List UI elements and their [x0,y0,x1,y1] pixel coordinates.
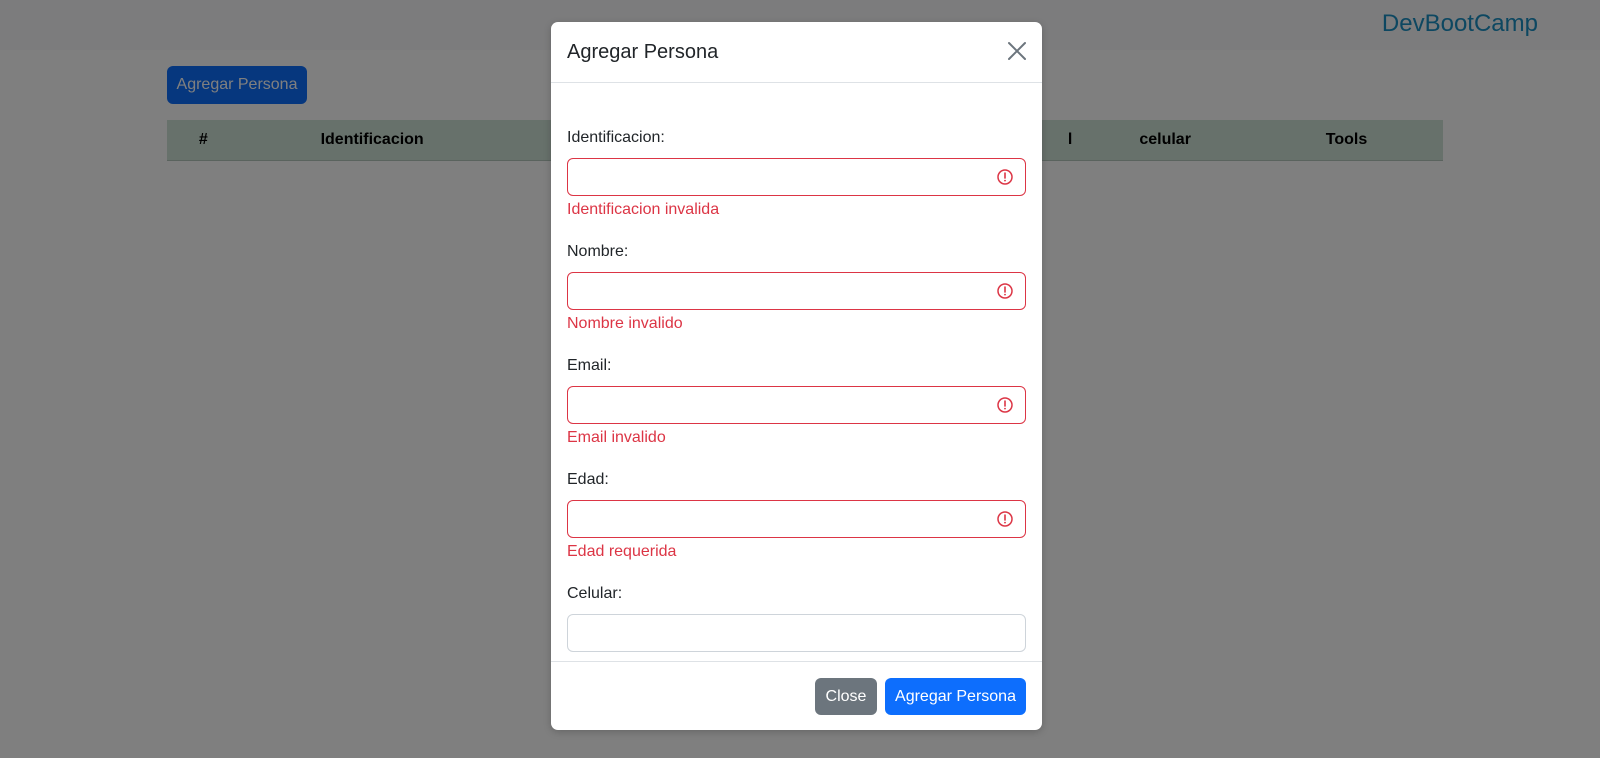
identificacion-input-wrap [567,158,1026,196]
alert-circle-icon [997,511,1013,527]
close-button[interactable]: Close [815,678,877,715]
email-input[interactable] [567,386,1026,424]
add-person-modal: Agregar Persona Identificacion: Identifi… [551,22,1042,730]
identificacion-error: Identificacion invalida [567,201,720,218]
field-nombre: Nombre: Nombre invalido [567,243,1026,332]
email-error: Email invalido [567,429,666,446]
edad-label: Edad: [567,471,609,488]
modal-header: Agregar Persona [551,22,1042,83]
field-celular: Celular: [567,585,1026,652]
alert-circle-icon [997,397,1013,413]
edad-input-wrap [567,500,1026,538]
celular-input[interactable] [567,614,1026,652]
edad-input[interactable] [567,500,1026,538]
celular-label: Celular: [567,585,623,602]
modal-title: Agregar Persona [567,41,719,63]
identificacion-input[interactable] [567,158,1026,196]
nombre-label: Nombre: [567,243,629,260]
submit-add-person-button[interactable]: Agregar Persona [885,678,1026,715]
identificacion-label: Identificacion: [567,129,665,146]
alert-circle-icon [997,283,1013,299]
field-identificacion: Identificacion: Identificacion invalida [567,129,1026,218]
modal-close-button[interactable] [1004,38,1030,64]
nombre-input-wrap [567,272,1026,310]
celular-input-wrap [567,614,1026,652]
alert-circle-icon [997,169,1013,185]
field-email: Email: Email invalido [567,357,1026,446]
page: DevBootCamp Agregar Persona # Identifica… [0,0,1600,758]
edad-error: Edad requerida [567,543,677,560]
modal-footer: Close Agregar Persona [551,661,1042,731]
email-input-wrap [567,386,1026,424]
nombre-error: Nombre invalido [567,315,683,332]
close-icon [1008,42,1026,60]
email-label: Email: [567,357,612,374]
field-edad: Edad: Edad requerida [567,471,1026,560]
nombre-input[interactable] [567,272,1026,310]
